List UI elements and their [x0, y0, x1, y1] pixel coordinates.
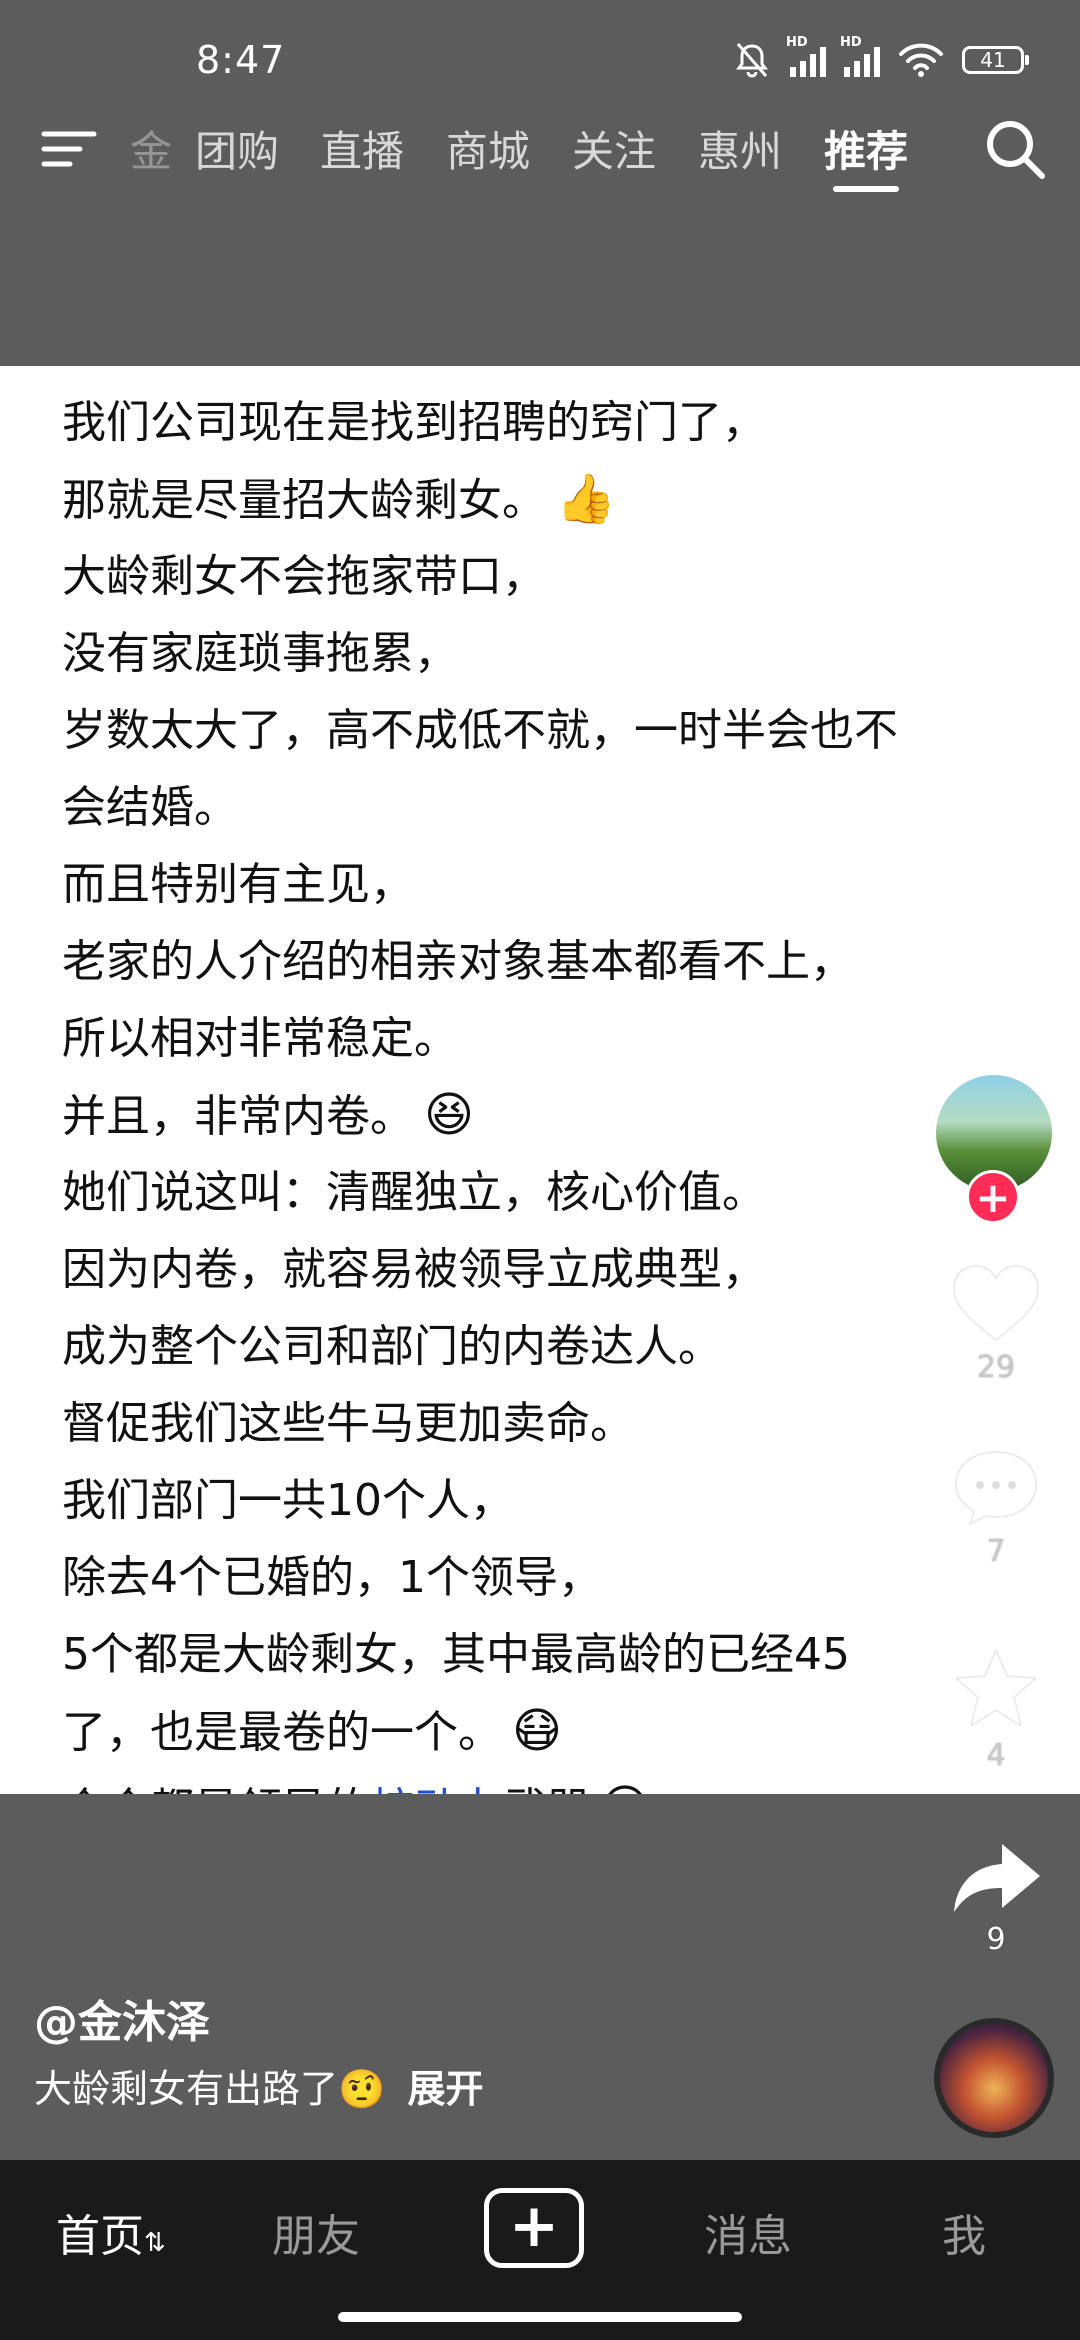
post-line: 而且特别有主见， — [62, 859, 414, 910]
status-bar: 8:47 HD HD 41 — [0, 0, 1080, 120]
switch-arrows-icon: ⇅ — [144, 2228, 166, 2258]
post-line: 成为整个公司和部门的内卷达人。 — [62, 1321, 722, 1372]
heart-icon — [952, 1264, 1040, 1342]
post-image[interactable]: 我们公司现在是找到招聘的窍门了， 那就是尽量招大龄剩女。 👍 大龄剩女不会拖家带口… — [0, 366, 1080, 1794]
mask-face-icon: 😷 — [512, 1703, 563, 1759]
tab-live[interactable]: 直播 — [320, 118, 404, 179]
follow-button[interactable]: + — [966, 1170, 1020, 1224]
add-post-button[interactable]: + — [484, 2188, 584, 2268]
comment-count: 7 — [986, 1534, 1006, 1569]
comment-button[interactable]: 7 — [940, 1446, 1052, 1569]
post-line: 了，也是最卷的一个。 😷 — [62, 1703, 563, 1759]
tab-me[interactable]: 我 — [942, 2200, 986, 2264]
status-icons: HD HD 41 — [732, 35, 1029, 80]
active-tab-indicator — [833, 186, 899, 192]
tab-group-buy[interactable]: 团购 — [195, 118, 279, 179]
share-arrow-icon — [954, 1844, 1040, 1912]
laughing-face-icon: 😆 — [424, 1087, 475, 1143]
post-line: 督促我们这些牛马更加卖命。 — [62, 1398, 634, 1449]
tab-mall[interactable]: 商城 — [446, 118, 530, 179]
thinking-face-icon: 🤨 — [338, 2067, 386, 2111]
like-button[interactable]: 29 — [940, 1262, 1052, 1385]
tab-partial[interactable]: 金 — [130, 118, 172, 179]
tab-recommend[interactable]: 推荐 — [824, 118, 908, 179]
post-line: 我们部门一共10个人， — [62, 1475, 514, 1526]
signal-hd-icon: HD — [786, 35, 826, 77]
post-line: 并且，非常内卷。 😆 — [62, 1087, 475, 1143]
favorite-button[interactable]: 4 — [940, 1646, 1052, 1773]
music-disc[interactable] — [934, 2018, 1054, 2138]
thumbs-up-icon: 👍 — [556, 471, 616, 527]
author-handle[interactable]: @金沐泽 — [34, 1986, 210, 2050]
tab-messages[interactable]: 消息 — [704, 2200, 792, 2264]
post-line: 大龄剩女不会拖家带口， — [62, 551, 546, 602]
battery-level: 41 — [980, 48, 1006, 72]
post-line: 个个都是领导的核动力武器😅 — [62, 1770, 1022, 1794]
wifi-icon — [899, 43, 943, 77]
post-line: 因为内卷，就容易被领导立成典型， — [62, 1244, 766, 1295]
caption-text: 大龄剩女有出路了 — [34, 2067, 339, 2111]
hashtag-link[interactable]: 核动力 — [370, 1784, 502, 1794]
post-line: 会结婚。 — [62, 782, 238, 833]
post-line: 我们公司现在是找到招聘的窍门了， — [62, 397, 766, 448]
favorite-count: 4 — [986, 1738, 1006, 1773]
post-line: 5个都是大龄剩女，其中最高龄的已经45 — [62, 1629, 850, 1680]
post-line: 没有家庭琐事拖累， — [62, 628, 458, 679]
post-line: 所以相对非常稳定。 — [62, 1013, 458, 1064]
tab-following[interactable]: 关注 — [572, 118, 656, 179]
tab-friends[interactable]: 朋友 — [272, 2200, 360, 2264]
post-line: 除去4个已婚的，1个领导， — [62, 1552, 602, 1603]
like-count: 29 — [976, 1350, 1016, 1385]
post-line: 老家的人介绍的相亲对象基本都看不上， — [62, 936, 854, 987]
bottom-nav: 首页⇅ 朋友 + 消息 我 — [0, 2160, 1080, 2340]
post-line: 那就是尽量招大龄剩女。 👍 — [62, 471, 616, 527]
tab-huizhou[interactable]: 惠州 — [698, 118, 782, 179]
home-indicator[interactable] — [338, 2312, 742, 2322]
video-caption[interactable]: 大龄剩女有出路了🤨 展开 — [34, 2058, 483, 2113]
expand-link[interactable]: 展开 — [407, 2067, 483, 2111]
search-icon[interactable] — [980, 114, 1050, 184]
post-line: 她们说这叫：清醒独立，核心价值。 — [62, 1167, 766, 1218]
mute-bell-icon — [736, 43, 768, 78]
menu-icon[interactable] — [40, 124, 98, 174]
post-text: 我们公司现在是找到招聘的窍门了， 那就是尽量招大龄剩女。 👍 大龄剩女不会拖家带口… — [62, 384, 1022, 1794]
signal-hd-icon: HD — [840, 35, 880, 77]
status-time: 8:47 — [196, 38, 286, 82]
grin-sweat-icon: 😅 — [600, 1780, 650, 1794]
comment-icon — [954, 1450, 1038, 1526]
tab-home[interactable]: 首页⇅ — [56, 2200, 166, 2264]
top-nav: 金 团购 直播 商城 关注 惠州 推荐 — [0, 110, 1080, 200]
post-line: 岁数太大了，高不成低不就，一时半会也不 — [62, 705, 898, 756]
star-icon — [955, 1649, 1037, 1727]
share-count: 9 — [986, 1922, 1006, 1957]
share-button[interactable]: 9 — [940, 1840, 1052, 1957]
battery-icon: 41 — [962, 46, 1029, 74]
